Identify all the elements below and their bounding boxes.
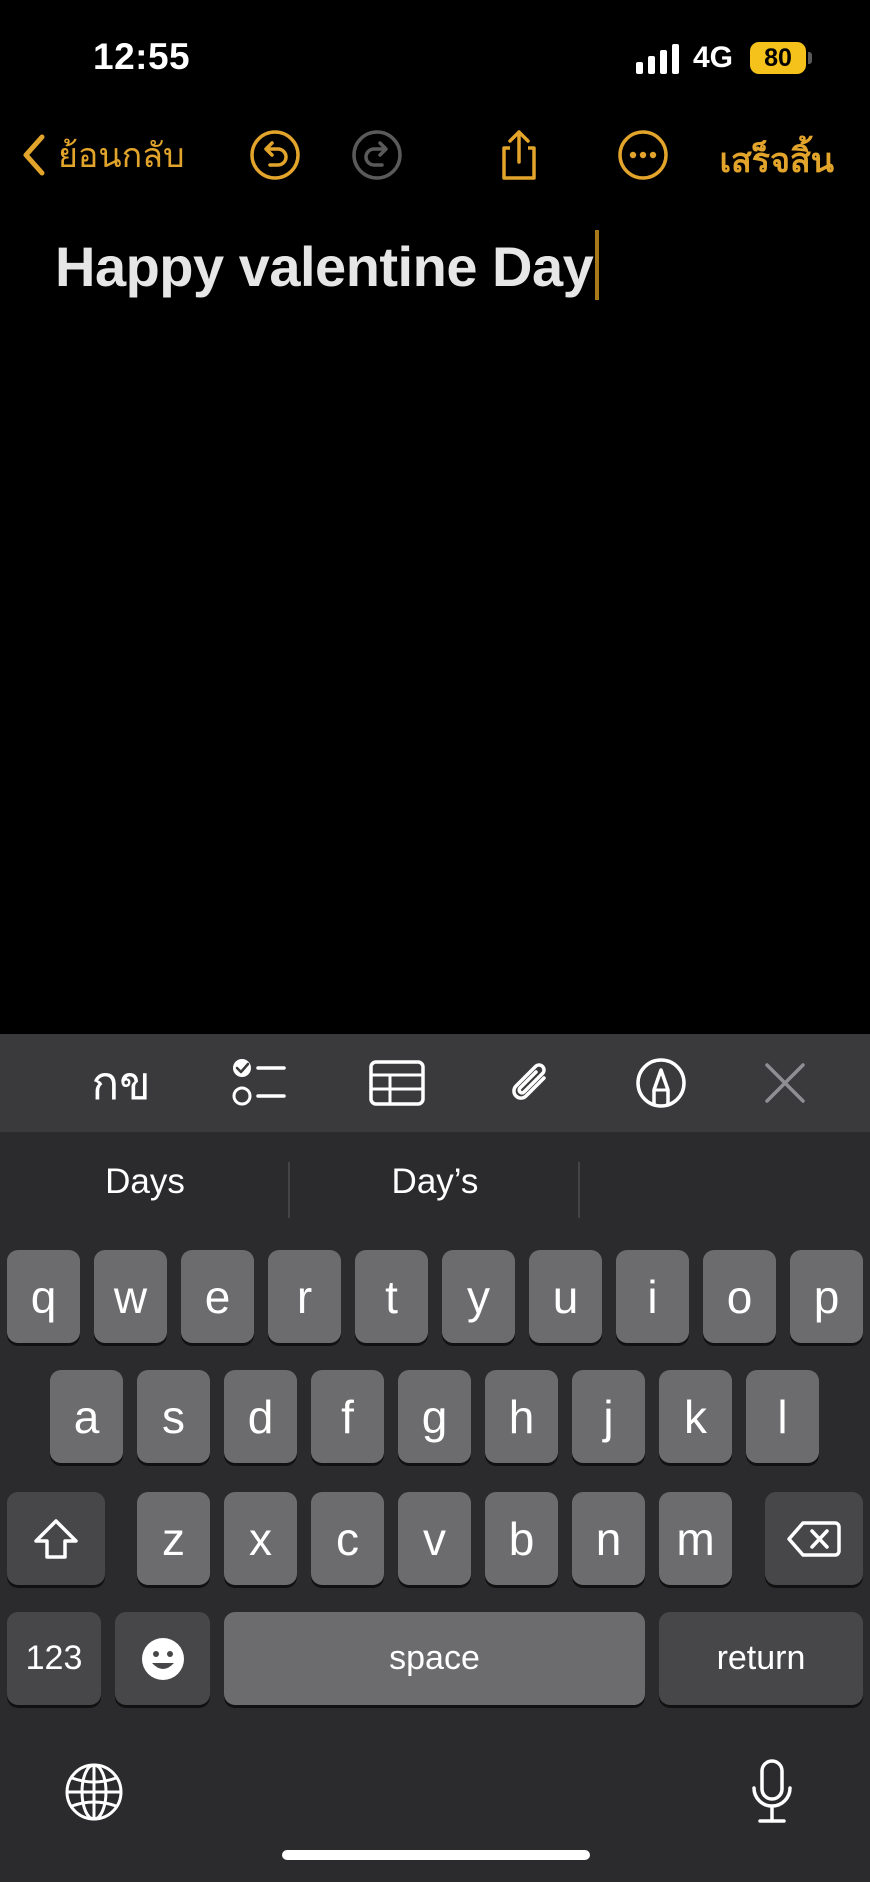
note-title-text: Happy valentine Day [55, 235, 594, 298]
key-g[interactable]: g [398, 1370, 471, 1463]
more-options-icon[interactable] [616, 128, 670, 182]
home-indicator [282, 1850, 590, 1860]
key-u[interactable]: u [529, 1250, 602, 1343]
suggestion-divider [578, 1162, 580, 1218]
redo-icon[interactable] [350, 128, 404, 182]
key-j[interactable]: j [572, 1370, 645, 1463]
key-r[interactable]: r [268, 1250, 341, 1343]
key-i[interactable]: i [616, 1250, 689, 1343]
network-type: 4G [693, 41, 734, 74]
note-title[interactable]: Happy valentine Day [55, 230, 600, 300]
key-h[interactable]: h [485, 1370, 558, 1463]
text-style-button[interactable]: กข [86, 1056, 156, 1110]
key-e[interactable]: e [181, 1250, 254, 1343]
key-t[interactable]: t [355, 1250, 428, 1343]
key-n[interactable]: n [572, 1492, 645, 1585]
close-icon[interactable] [762, 1056, 808, 1110]
delete-key[interactable] [765, 1492, 863, 1585]
key-l[interactable]: l [746, 1370, 819, 1463]
note-editor[interactable]: Happy valentine Day [0, 200, 870, 1034]
shift-key[interactable] [7, 1492, 105, 1585]
numbers-key[interactable]: 123 [7, 1612, 101, 1705]
battery-icon: 80 [750, 42, 806, 74]
shift-arrow-icon [34, 1518, 78, 1559]
suggestion-item[interactable]: Day’s [300, 1162, 570, 1202]
share-icon[interactable] [492, 128, 546, 182]
emoji-key[interactable] [115, 1612, 210, 1705]
paperclip-icon[interactable] [506, 1056, 556, 1110]
key-a[interactable]: a [50, 1370, 123, 1463]
globe-icon[interactable] [64, 1762, 124, 1822]
cellular-signal-icon [636, 44, 679, 74]
undo-icon[interactable] [248, 128, 302, 182]
key-o[interactable]: o [703, 1250, 776, 1343]
format-toolbar: กข [0, 1034, 870, 1132]
microphone-icon[interactable] [750, 1758, 794, 1826]
status-bar: 12:55 4G 80 [0, 0, 870, 110]
key-d[interactable]: d [224, 1370, 297, 1463]
key-q[interactable]: q [7, 1250, 80, 1343]
key-b[interactable]: b [485, 1492, 558, 1585]
suggestion-bar: Days Day’s [0, 1132, 870, 1250]
key-w[interactable]: w [94, 1250, 167, 1343]
key-c[interactable]: c [311, 1492, 384, 1585]
status-time: 12:55 [93, 36, 191, 77]
key-x[interactable]: x [224, 1492, 297, 1585]
done-button[interactable]: เสร็จสิ้น [719, 133, 834, 187]
text-caret [595, 230, 600, 300]
text-style-label: กข [91, 1055, 151, 1110]
key-v[interactable]: v [398, 1492, 471, 1585]
markup-pen-icon[interactable] [634, 1056, 688, 1110]
backspace-icon [787, 1520, 841, 1557]
back-label: ย้อนกลับ [58, 136, 185, 176]
suggestion-item[interactable]: Days [10, 1162, 280, 1202]
key-k[interactable]: k [659, 1370, 732, 1463]
chevron-left-icon [23, 134, 45, 176]
checklist-icon[interactable] [230, 1056, 288, 1110]
return-key[interactable]: return [659, 1612, 863, 1705]
space-key[interactable]: space [224, 1612, 645, 1705]
back-button[interactable]: ย้อนกลับ [18, 130, 185, 180]
key-f[interactable]: f [311, 1370, 384, 1463]
key-z[interactable]: z [137, 1492, 210, 1585]
battery-tip [808, 52, 812, 64]
table-icon[interactable] [368, 1056, 426, 1110]
keyboard: Days Day’s q w e r t y u i o p a s d f g… [0, 1132, 870, 1882]
key-p[interactable]: p [790, 1250, 863, 1343]
nav-bar: ย้อนกลับ เสร็จสิ้น [0, 110, 870, 200]
key-y[interactable]: y [442, 1250, 515, 1343]
key-s[interactable]: s [137, 1370, 210, 1463]
suggestion-divider [288, 1162, 290, 1218]
key-m[interactable]: m [659, 1492, 732, 1585]
emoji-icon [141, 1637, 184, 1680]
